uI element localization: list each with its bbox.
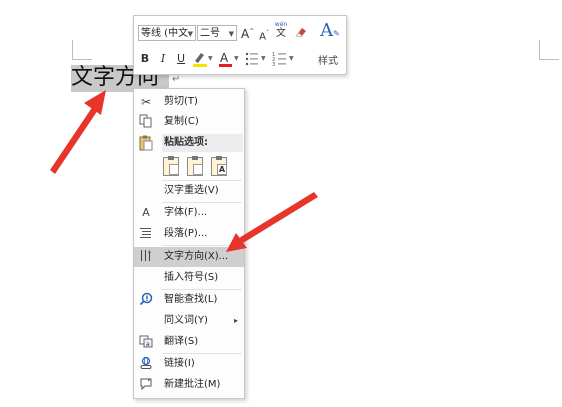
red-arrow-to-menu-item [226, 192, 318, 252]
red-arrow-to-text [50, 90, 106, 174]
annotation-arrows [50, 90, 318, 252]
